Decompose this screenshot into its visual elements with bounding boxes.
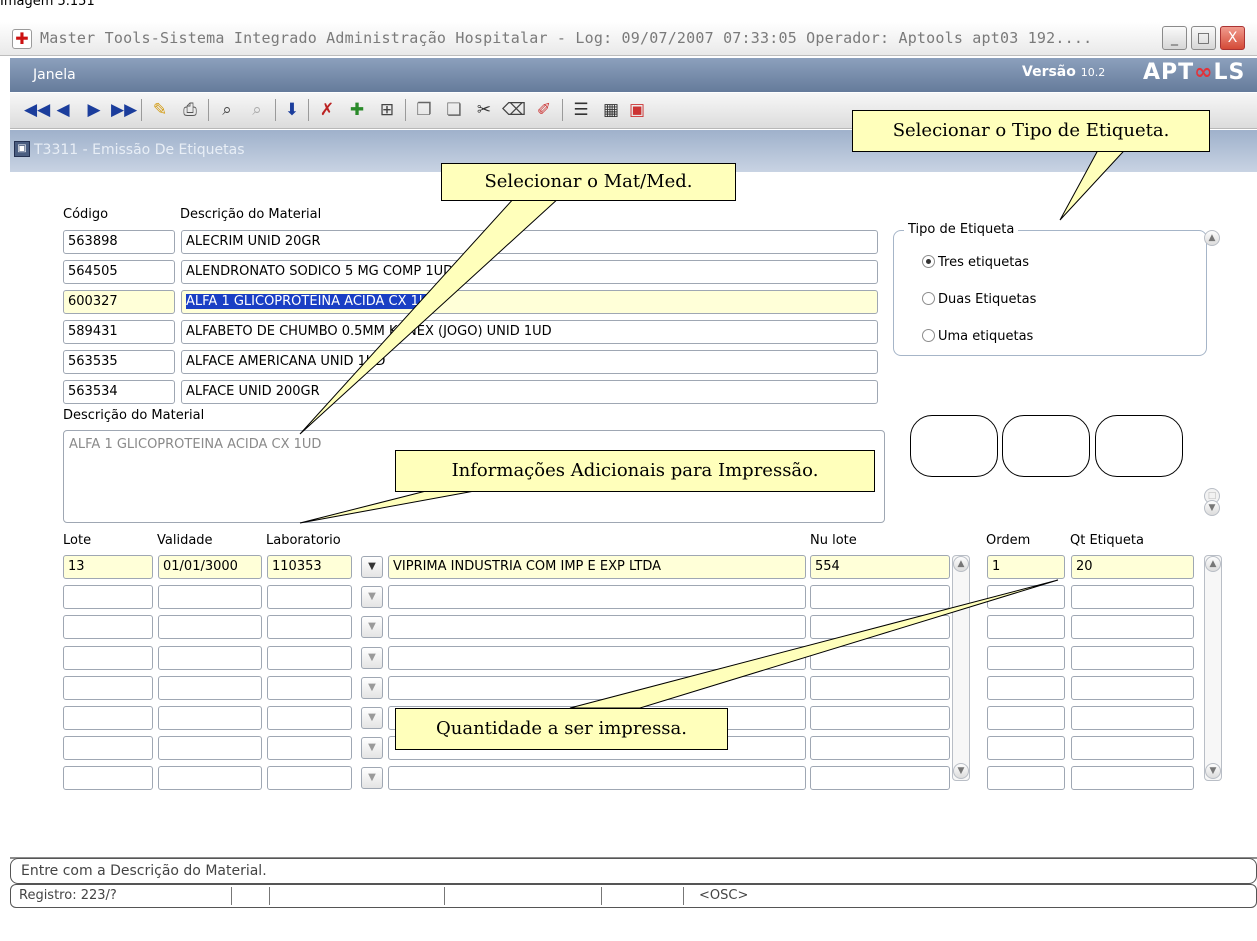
callout-mat-med: Selecionar o Mat/Med. (441, 163, 736, 201)
callout-tipo-etiqueta: Selecionar o Tipo de Etiqueta. (852, 110, 1210, 152)
callout-quantidade: Quantidade a ser impressa. (395, 708, 728, 750)
pointer-info (299, 489, 481, 524)
pointer-quantidade (569, 579, 1059, 709)
pointer-matmed (299, 196, 562, 435)
callout-informacoes: Informações Adicionais para Impressão. (395, 450, 875, 492)
